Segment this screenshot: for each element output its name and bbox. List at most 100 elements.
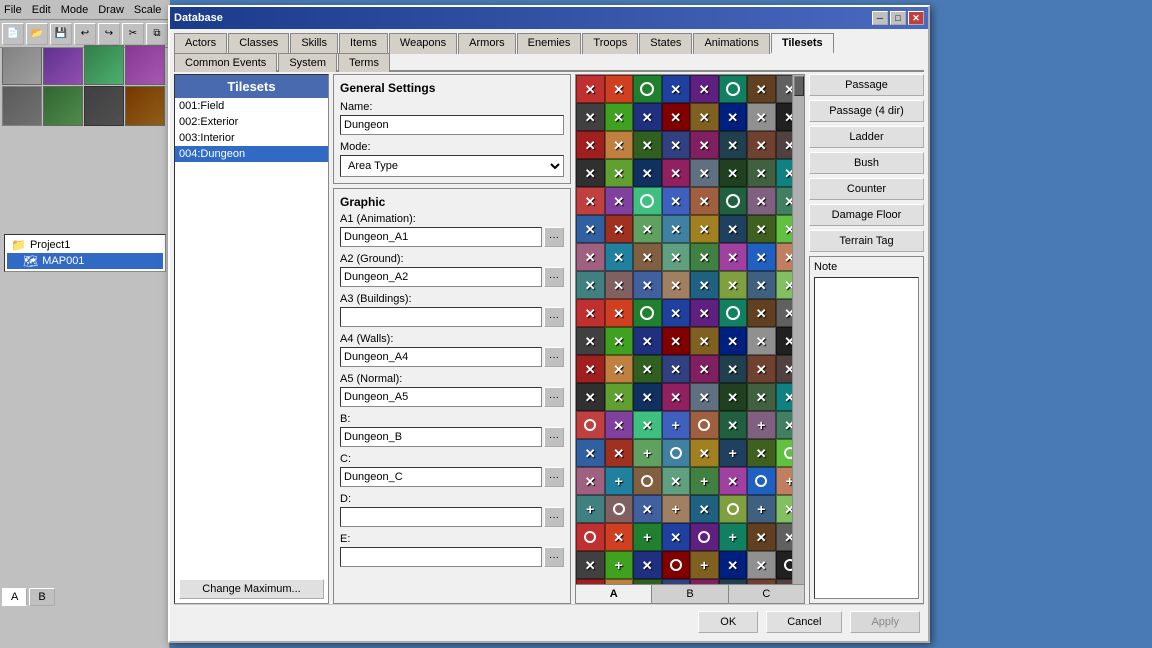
tile-cell[interactable]: ✕	[576, 75, 605, 103]
note-textarea[interactable]	[814, 277, 919, 599]
name-input[interactable]	[340, 115, 564, 135]
tile-cell[interactable]: +	[576, 579, 605, 584]
tile-cell[interactable]: +	[633, 439, 662, 467]
tile-cell[interactable]: ✕	[747, 355, 776, 383]
c-browse-btn[interactable]: ···	[544, 467, 564, 487]
tab-enemies[interactable]: Enemies	[517, 33, 582, 54]
tile-cell[interactable]: ✕	[633, 271, 662, 299]
tile-cell[interactable]: ✕	[662, 103, 691, 131]
tile-cell[interactable]: ✕	[747, 299, 776, 327]
tile-cell[interactable]: ✕	[747, 523, 776, 551]
tile-cell[interactable]: ✕	[605, 243, 634, 271]
tile-tab-a[interactable]: A	[576, 585, 652, 603]
tile-cell[interactable]: ✕	[747, 551, 776, 579]
thumb-12[interactable]	[125, 86, 165, 126]
tab-common-events[interactable]: Common Events	[174, 53, 277, 72]
tile-cell[interactable]: ✕	[747, 159, 776, 187]
tile-cell[interactable]	[576, 411, 605, 439]
tile-cell[interactable]	[719, 75, 748, 103]
tile-cell[interactable]: ✕	[690, 271, 719, 299]
cut-btn[interactable]: ✂	[122, 23, 144, 45]
terrain-tag-button[interactable]: Terrain Tag	[809, 230, 924, 252]
damage-floor-button[interactable]: Damage Floor	[809, 204, 924, 226]
tile-cell[interactable]	[633, 467, 662, 495]
tile-cell[interactable]: ✕	[747, 243, 776, 271]
a3-browse-btn[interactable]: ···	[544, 307, 564, 327]
tile-cell[interactable]: ✕	[576, 187, 605, 215]
file-menu[interactable]: File	[4, 4, 22, 16]
a1-input[interactable]	[340, 227, 542, 247]
tileset-020[interactable]	[175, 222, 328, 226]
tile-cell[interactable]: ✕	[719, 131, 748, 159]
tile-grid-container[interactable]: ✕✕✕✕✕✕✕✕✕✕✕✕✕✕✕✕✕✕✕✕✕✕✕✕✕✕✕✕✕✕✕✕✕✕✕✕✕✕✕✕…	[576, 75, 804, 584]
a4-input[interactable]	[340, 347, 542, 367]
tile-cell[interactable]: ✕	[662, 523, 691, 551]
tile-cell[interactable]: ✕	[719, 159, 748, 187]
a1-browse-btn[interactable]: ···	[544, 227, 564, 247]
ladder-button[interactable]: Ladder	[809, 126, 924, 148]
change-max-button[interactable]: Change Maximum...	[179, 579, 324, 599]
tile-cell[interactable]: +	[605, 551, 634, 579]
tile-cell[interactable]: +	[605, 467, 634, 495]
tab-armors[interactable]: Armors	[458, 33, 515, 54]
undo-btn[interactable]: ↩	[74, 23, 96, 45]
tile-cell[interactable]: ✕	[576, 551, 605, 579]
tile-cell[interactable]: ✕	[690, 215, 719, 243]
tile-cell[interactable]: +	[719, 439, 748, 467]
tile-cell[interactable]: ✕	[633, 131, 662, 159]
tile-cell[interactable]: ✕	[719, 215, 748, 243]
tile-cell[interactable]: ✕	[719, 327, 748, 355]
tile-cell[interactable]: ✕	[605, 187, 634, 215]
tileset-list[interactable]: 001:Field 002:Exterior 003:Interior 004:…	[175, 98, 328, 575]
scale-menu[interactable]: Scale	[134, 4, 162, 16]
tileset-002[interactable]: 002:Exterior	[175, 114, 328, 130]
tile-cell[interactable]: +	[576, 495, 605, 523]
tile-cell[interactable]: ✕	[690, 243, 719, 271]
tile-cell[interactable]: ✕	[576, 355, 605, 383]
tile-cell[interactable]: ✕	[662, 299, 691, 327]
tile-cell[interactable]: +	[747, 411, 776, 439]
c-input[interactable]	[340, 467, 542, 487]
bush-button[interactable]: Bush	[809, 152, 924, 174]
tile-cell[interactable]: ✕	[690, 383, 719, 411]
tile-cell[interactable]: ✕	[662, 159, 691, 187]
tile-cell[interactable]: ✕	[747, 383, 776, 411]
passage-button[interactable]: Passage	[809, 74, 924, 96]
tile-cell[interactable]: +	[690, 467, 719, 495]
a2-browse-btn[interactable]: ···	[544, 267, 564, 287]
tile-cell[interactable]: ✕	[605, 271, 634, 299]
tab-items[interactable]: Items	[339, 33, 388, 54]
tile-cell[interactable]	[633, 579, 662, 584]
tile-cell[interactable]: ✕	[605, 327, 634, 355]
tile-cell[interactable]	[662, 551, 691, 579]
tile-cell[interactable]: ✕	[576, 103, 605, 131]
passage4-button[interactable]: Passage (4 dir)	[809, 100, 924, 122]
tile-cell[interactable]	[690, 411, 719, 439]
tab-terms[interactable]: Terms	[338, 53, 390, 72]
a4-browse-btn[interactable]: ···	[544, 347, 564, 367]
a5-browse-btn[interactable]: ···	[544, 387, 564, 407]
thumb-7[interactable]	[84, 45, 124, 85]
tile-cell[interactable]: ✕	[719, 551, 748, 579]
tile-cell[interactable]: ✕	[662, 467, 691, 495]
tileset-001[interactable]: 001:Field	[175, 98, 328, 114]
tile-cell[interactable]: ✕	[719, 383, 748, 411]
redo-btn[interactable]: ↪	[98, 23, 120, 45]
b-input[interactable]	[340, 427, 542, 447]
tile-cell[interactable]	[690, 523, 719, 551]
tile-cell[interactable]: ✕	[719, 467, 748, 495]
tile-cell[interactable]: ✕	[747, 75, 776, 103]
copy-btn[interactable]: ⧉	[146, 23, 168, 45]
tile-tab-b[interactable]: B	[652, 585, 728, 603]
open-btn[interactable]: 📂	[26, 23, 48, 45]
tile-cell[interactable]: ✕	[662, 355, 691, 383]
tile-cell[interactable]: ✕	[605, 75, 634, 103]
tile-cell[interactable]: ✕	[662, 327, 691, 355]
project-root[interactable]: 📁 Project1	[7, 237, 163, 253]
tile-cell[interactable]: ✕	[605, 411, 634, 439]
tile-cell[interactable]: +	[633, 523, 662, 551]
tile-cell[interactable]: ✕	[690, 103, 719, 131]
tile-cell[interactable]	[719, 299, 748, 327]
thumb-10[interactable]	[43, 86, 83, 126]
tile-cell[interactable]: ✕	[747, 327, 776, 355]
